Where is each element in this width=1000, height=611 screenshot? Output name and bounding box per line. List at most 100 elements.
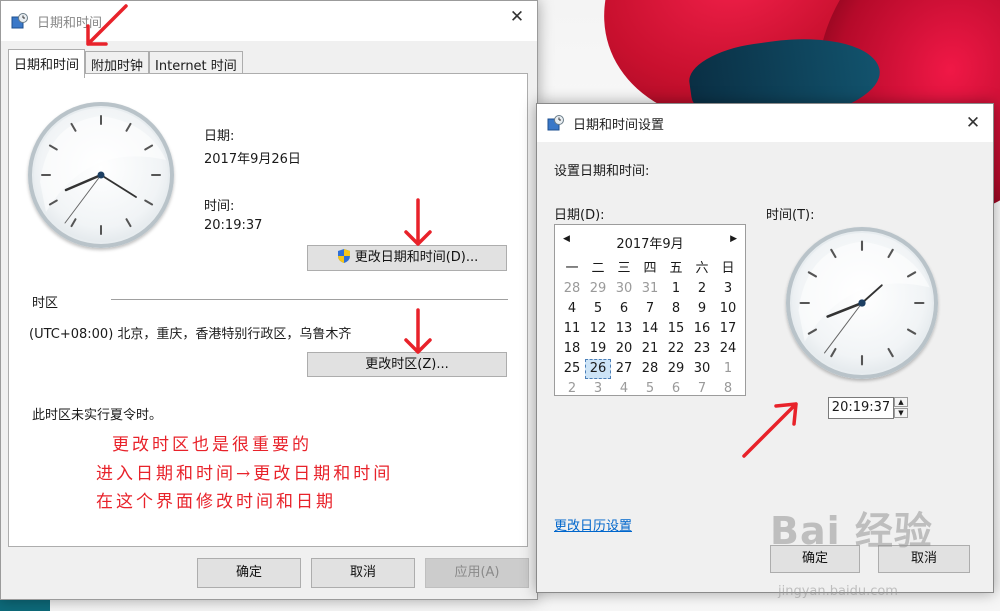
tab-strip: 日期和时间 附加时钟 Internet 时间 [8,49,243,78]
calendar-day[interactable]: 8 [663,299,689,319]
calendar-day[interactable]: 2 [689,279,715,299]
calendar-day[interactable]: 23 [689,339,715,359]
time-input[interactable]: 20:19:37 [828,397,894,419]
calendar-day[interactable]: 10 [715,299,741,319]
calendar-day[interactable]: 30 [611,279,637,299]
calendar-day[interactable]: 13 [611,319,637,339]
weekday-label: 一 [565,261,579,276]
calendar-day[interactable]: 17 [715,319,741,339]
calendar-day[interactable]: 5 [637,379,663,399]
calendar-day[interactable]: 22 [663,339,689,359]
calendar-day[interactable]: 12 [585,319,611,339]
weekday-label: 五 [669,261,683,276]
apply-button[interactable]: 应用(A) [425,558,529,588]
annotation-arrow-tab [86,4,128,46]
calendar-month[interactable]: 2017年9月 [555,233,745,252]
close-icon[interactable]: ✕ [963,113,983,133]
calendar-day[interactable]: 21 [637,339,663,359]
calendar-day[interactable]: 14 [637,319,663,339]
annotation-line-2: 进入日期和时间→更改日期和时间 [96,464,394,484]
calendar-header: ◀ 2017年9月 ▶ [555,233,745,252]
calendar-grid: 一二三四五六日 28 29 30 31 1 2 3 4 5 6 7 8 9 10 11 12 13 14 15 16 17… [559,259,741,399]
weekday-header-row: 一二三四五六日 [559,259,741,279]
time-spinner: 20:19:37 ▲ ▼ [828,397,908,419]
ok-button[interactable]: 确定 [197,558,301,588]
tab-datetime[interactable]: 日期和时间 [8,49,86,78]
calendar[interactable]: ◀ 2017年9月 ▶ 一二三四五六日 28 29 30 31 1 2 3 4 5 6 7 8 9 10 11… [554,224,746,396]
calendar-week-row: 28 29 30 31 1 2 3 [559,279,741,299]
calendar-day[interactable]: 27 [611,359,637,379]
calendar-day[interactable]: 29 [663,359,689,379]
annotation-line-1: 更改时区也是很重要的 [112,435,312,455]
calendar-day[interactable]: 4 [611,379,637,399]
calendar-day[interactable]: 28 [559,279,585,299]
calendar-day[interactable]: 7 [637,299,663,319]
settings-titlebar: 日期和时间设置 ✕ [537,104,993,142]
calendar-day[interactable]: 29 [585,279,611,299]
settings-subtitle: 设置日期和时间: [554,164,650,179]
cancel-button[interactable]: 取消 [311,558,415,588]
time-field-label: 时间(T): [766,208,815,223]
calendar-week-row: 18 19 20 21 22 23 24 [559,339,741,359]
time-label: 时间: [204,199,235,214]
spin-up-icon[interactable]: ▲ [894,397,908,407]
calendar-day[interactable]: 15 [663,319,689,339]
weekday-label: 六 [695,261,709,276]
clock-face-icon [40,115,166,235]
calendar-day[interactable]: 26 [585,359,611,379]
clock-face-icon [798,240,930,366]
close-icon[interactable]: ✕ [507,7,527,27]
calendar-day[interactable]: 31 [637,279,663,299]
calendar-day[interactable]: 28 [637,359,663,379]
calendar-day[interactable]: 1 [715,359,741,379]
watermark-url: jingyan.baidu.com [778,584,898,599]
calendar-week-row: 4 5 6 7 8 9 10 [559,299,741,319]
annotation-arrow-time [742,402,798,458]
annotation-line-3: 在这个界面修改时间和日期 [96,492,336,512]
calendar-day[interactable]: 3 [585,379,611,399]
datetime-app-icon [11,13,29,29]
calendar-day[interactable]: 24 [715,339,741,359]
calendar-day[interactable]: 16 [689,319,715,339]
calendar-day[interactable]: 1 [663,279,689,299]
calendar-day[interactable]: 7 [689,379,715,399]
calendar-day[interactable]: 2 [559,379,585,399]
calendar-day[interactable]: 18 [559,339,585,359]
settings-title: 日期和时间设置 [573,117,665,133]
date-value: 2017年9月26日 [204,152,301,167]
calendar-day[interactable]: 5 [585,299,611,319]
calendar-day[interactable]: 11 [559,319,585,339]
uac-shield-icon [337,249,350,263]
calendar-day[interactable]: 4 [559,299,585,319]
calendar-day[interactable]: 6 [611,299,637,319]
timezone-heading: 时区 [32,296,59,311]
spin-down-icon[interactable]: ▼ [894,408,908,418]
next-month-icon[interactable]: ▶ [730,234,737,244]
time-value: 20:19:37 [204,218,263,233]
date-field-label: 日期(D): [554,208,605,223]
timezone-value: (UTC+08:00) 北京，重庆，香港特别行政区，乌鲁木齐 [29,327,352,342]
date-label: 日期: [204,129,235,144]
calendar-settings-link[interactable]: 更改日历设置 [554,515,632,534]
analog-clock [28,102,174,248]
calendar-week-row: 2345678 [559,379,741,399]
change-datetime-label: 更改日期和时间(D)... [354,250,479,265]
calendar-week-row: 11 12 13 14 15 16 17 [559,319,741,339]
dst-note: 此时区未实行夏令时。 [32,408,163,423]
calendar-day[interactable]: 3 [715,279,741,299]
weekday-label: 日 [721,261,735,276]
calendar-day[interactable]: 6 [663,379,689,399]
datetime-app-icon [547,115,565,131]
analog-clock [786,227,938,379]
annotation-arrow-timezone [404,308,432,354]
calendar-day[interactable]: 9 [689,299,715,319]
calendar-week-row: 25 26 27 28 29 30 1 [559,359,741,379]
calendar-day[interactable]: 25 [559,359,585,379]
annotation-arrow-datetime [404,198,432,246]
weekday-label: 二 [591,261,605,276]
section-divider [111,299,508,300]
calendar-day[interactable]: 20 [611,339,637,359]
calendar-day[interactable]: 19 [585,339,611,359]
calendar-day[interactable]: 30 [689,359,715,379]
weekday-label: 四 [643,261,657,276]
